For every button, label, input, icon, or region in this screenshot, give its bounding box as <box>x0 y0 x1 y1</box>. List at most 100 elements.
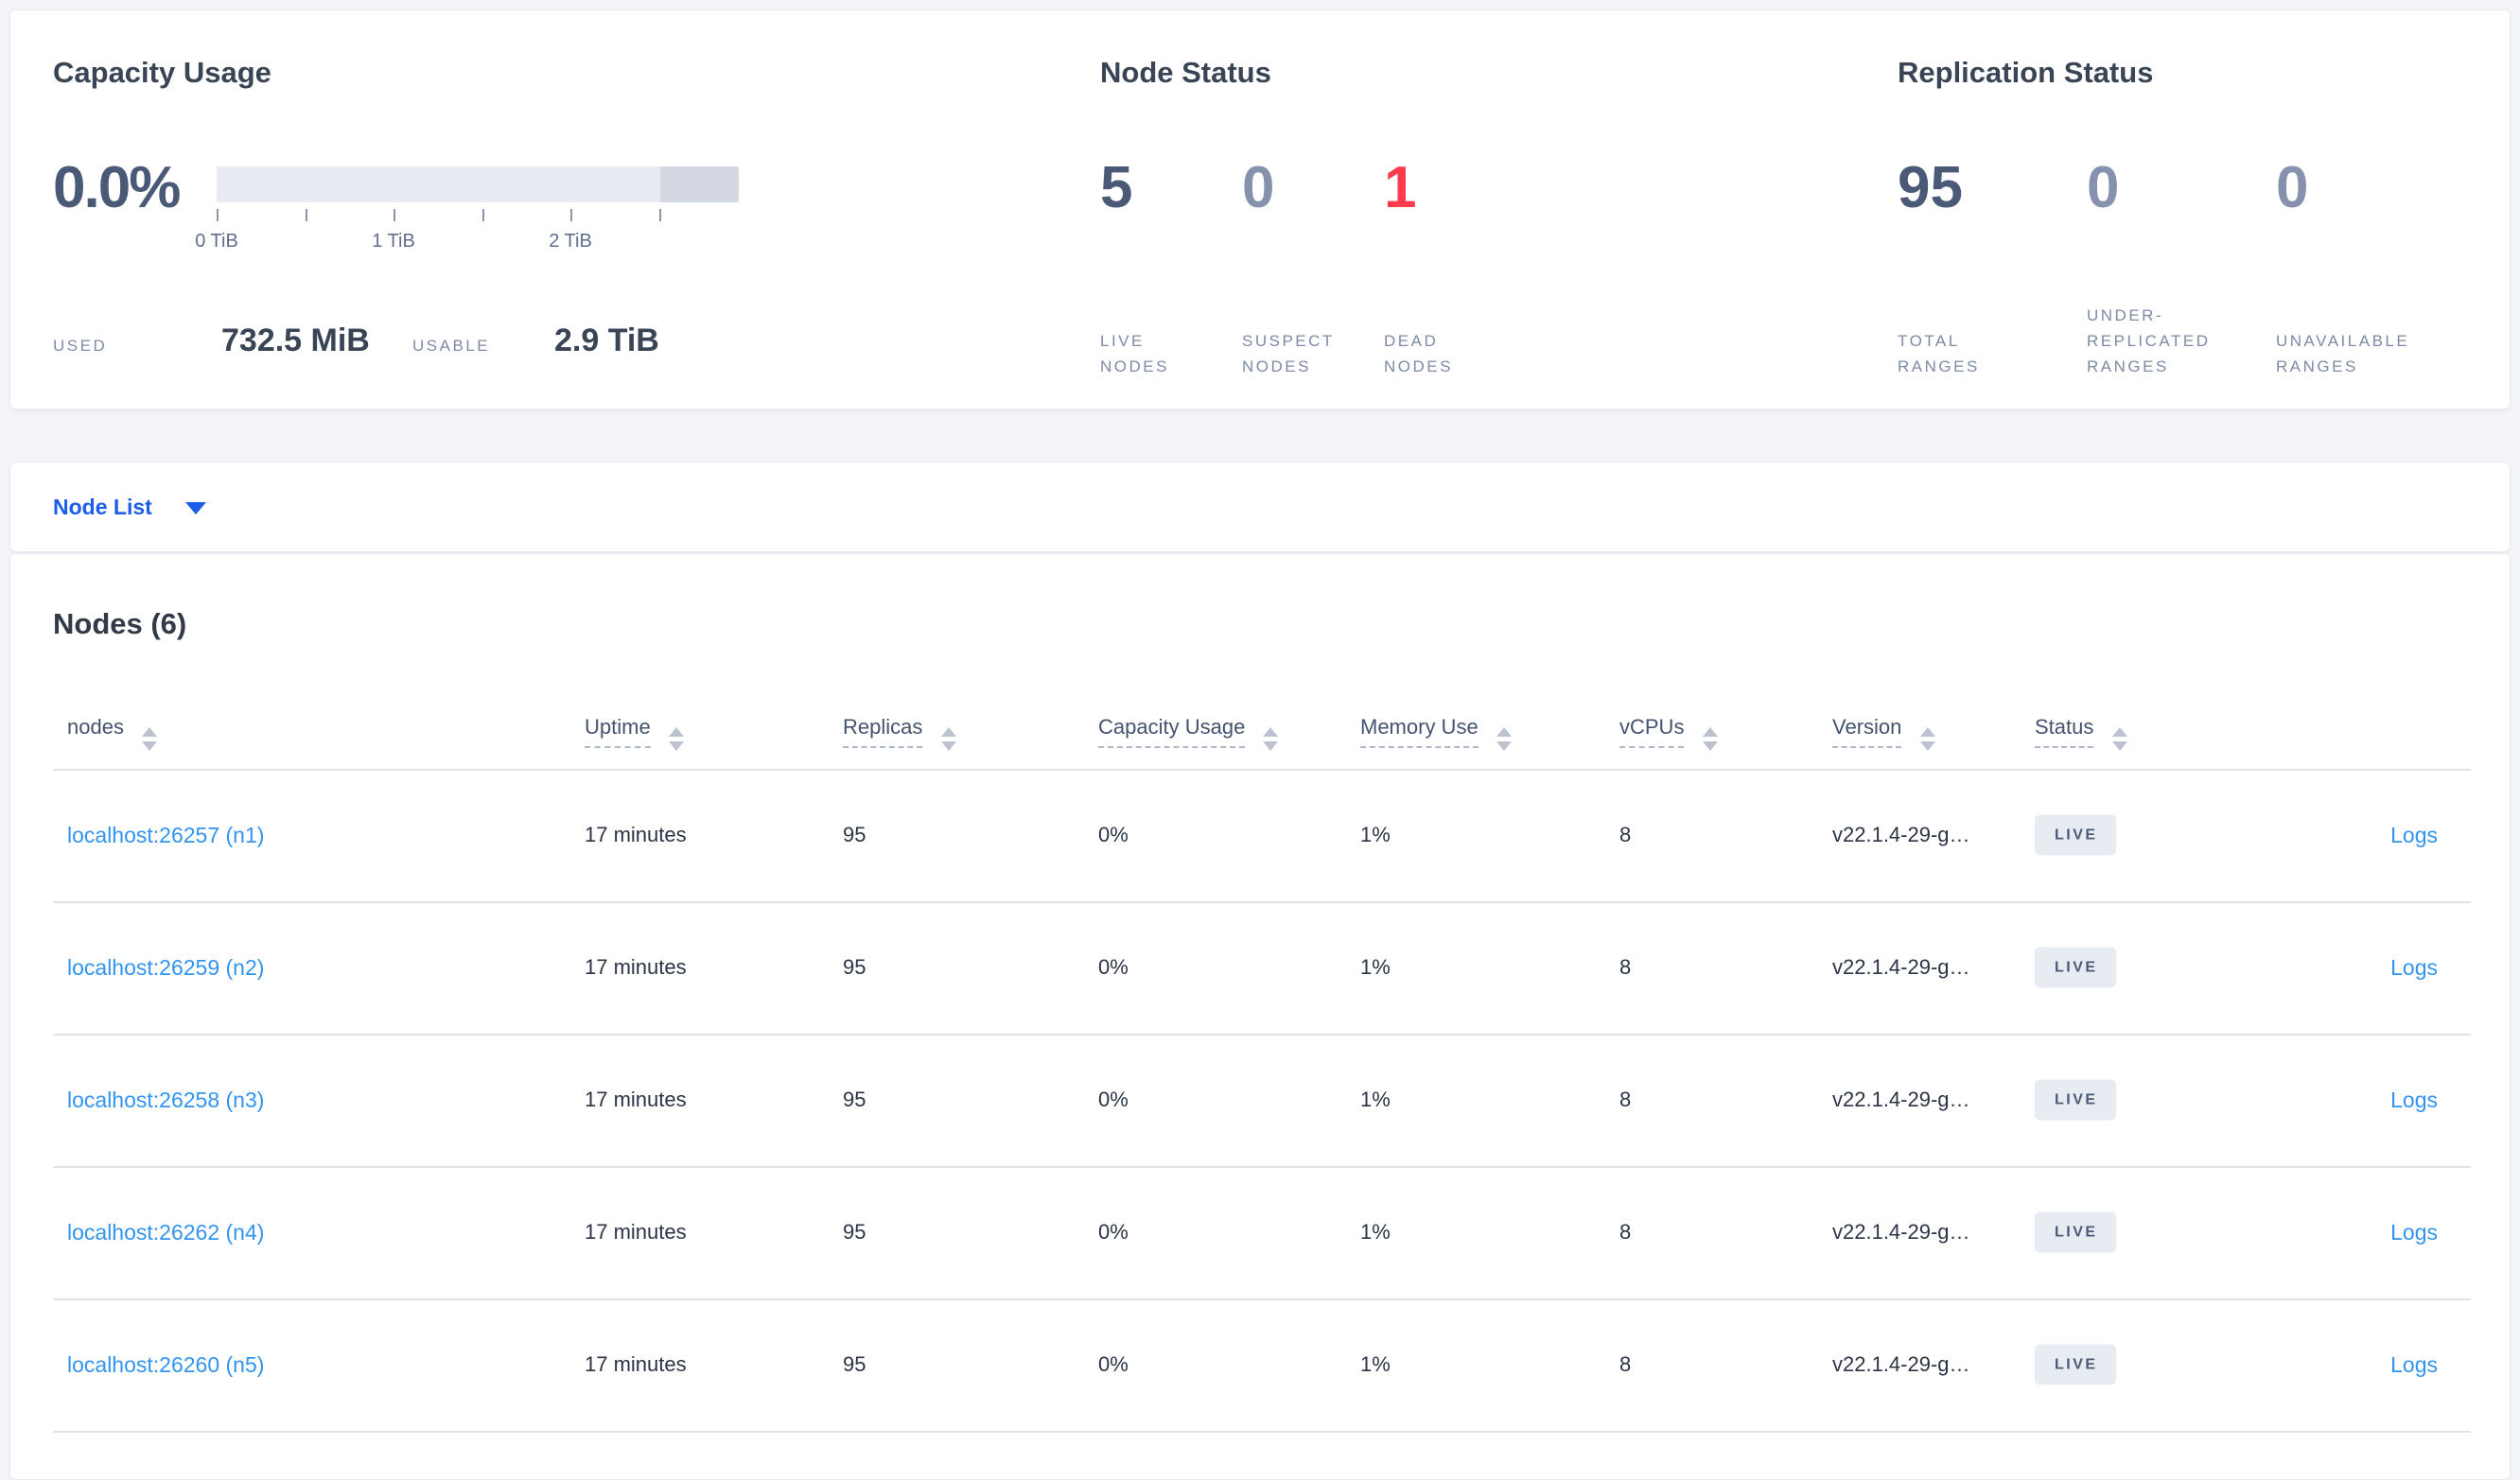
node-link[interactable]: localhost:26260 (n5) <box>67 1351 264 1378</box>
uptime-cell: 17 minutes <box>585 955 687 979</box>
node-link[interactable]: localhost:26259 (n2) <box>67 954 264 981</box>
under-replicated-ranges-label: UNDER- REPLICATED RANGES <box>2087 306 2211 375</box>
status-badge: LIVE <box>2035 814 2116 856</box>
unavailable-ranges-label: UNAVAILABLE RANGES <box>2276 332 2410 375</box>
status-badge: LIVE <box>2035 947 2116 988</box>
version-cell: v22.1.4-29-g… <box>1832 1220 1970 1244</box>
status-badge: LIVE <box>2035 1211 2116 1253</box>
sort-icon <box>940 727 956 751</box>
nodes-table-card: Nodes (6) nodes Uptime Replicas Capacity… <box>9 553 2511 1480</box>
capacity-percent: 0.0% <box>53 155 181 220</box>
axis-tick <box>217 209 219 221</box>
uptime-cell: 17 minutes <box>585 1220 687 1244</box>
uptime-cell: 17 minutes <box>585 1088 687 1111</box>
version-cell: v22.1.4-29-g… <box>1832 955 1970 979</box>
logs-link[interactable]: Logs <box>2390 954 2438 981</box>
sort-icon <box>668 727 684 751</box>
column-header-vcpus[interactable]: vCPUs <box>1619 715 1718 751</box>
column-header-memory-use[interactable]: Memory Use <box>1360 715 1512 751</box>
node-status-title: Node Status <box>1100 56 1271 89</box>
capacity-cell: 0% <box>1098 1352 1129 1376</box>
memory-cell: 1% <box>1360 955 1391 979</box>
capacity-cell: 0% <box>1098 955 1129 979</box>
version-cell: v22.1.4-29-g… <box>1832 823 1970 846</box>
total-ranges-label: TOTAL RANGES <box>1898 332 1980 375</box>
sort-icon <box>1919 727 1935 751</box>
sort-icon <box>1263 727 1279 751</box>
used-label: USED <box>53 337 108 355</box>
logs-link[interactable]: Logs <box>2390 1087 2438 1113</box>
table-row: localhost:26259 (n2) 17 minutes 95 0% 1%… <box>10 901 2510 1034</box>
dead-nodes-label: DEAD NODES <box>1384 332 1453 375</box>
version-cell: v22.1.4-29-g… <box>1832 1352 1970 1376</box>
nodes-table-title: Nodes (6) <box>53 607 187 640</box>
replicas-cell: 95 <box>843 1088 866 1111</box>
capacity-cell: 0% <box>1098 823 1129 846</box>
suspect-nodes-count: 0 <box>1242 155 1275 220</box>
vcpus-cell: 8 <box>1619 1220 1632 1244</box>
column-header-replicas[interactable]: Replicas <box>843 715 956 751</box>
capacity-used-usable-row: USED 732.5 MiB USABLE 2.9 TiB <box>53 322 659 379</box>
dead-nodes-stat: 1 DEAD NODES <box>1384 154 1535 379</box>
axis-tick-label: 0 TiB <box>195 231 238 252</box>
suspect-nodes-label: SUSPECT NODES <box>1242 332 1335 375</box>
cluster-summary-card: Capacity Usage 0.0% 0 TiB 1 TiB 2 TiB US… <box>9 9 2511 409</box>
status-cell: LIVE <box>2035 1344 2116 1385</box>
replicas-cell: 95 <box>843 1352 866 1376</box>
total-ranges-stat: 95 TOTAL RANGES <box>1898 154 2077 379</box>
axis-tick <box>659 209 661 221</box>
column-header-capacity-usage[interactable]: Capacity Usage <box>1098 715 1279 751</box>
logs-link[interactable]: Logs <box>2390 822 2438 848</box>
capacity-usage-title: Capacity Usage <box>53 56 271 89</box>
capacity-bar-tail-segment <box>660 166 739 202</box>
sort-icon <box>1702 727 1718 751</box>
capacity-cell: 0% <box>1098 1220 1129 1244</box>
status-badge: LIVE <box>2035 1344 2116 1385</box>
replicas-cell: 95 <box>843 955 866 979</box>
node-list-dropdown[interactable]: Node List <box>53 462 242 551</box>
axis-tick <box>306 209 307 221</box>
axis-tick-label: 2 TiB <box>549 231 592 252</box>
column-header-version[interactable]: Version <box>1832 715 1935 751</box>
logs-link[interactable]: Logs <box>2390 1351 2438 1378</box>
vcpus-cell: 8 <box>1619 1088 1632 1111</box>
node-list-bar: Node List <box>9 461 2511 552</box>
usable-value: 2.9 TiB <box>554 322 659 358</box>
uptime-cell: 17 minutes <box>585 823 687 846</box>
suspect-nodes-stat: 0 SUSPECT NODES <box>1242 154 1379 379</box>
node-link[interactable]: localhost:26257 (n1) <box>67 822 264 848</box>
column-header-status[interactable]: Status <box>2035 715 2127 751</box>
axis-tick-label: 1 TiB <box>372 231 415 252</box>
version-cell: v22.1.4-29-g… <box>1832 1088 1970 1111</box>
capacity-cell: 0% <box>1098 1088 1129 1111</box>
vcpus-cell: 8 <box>1619 823 1632 846</box>
node-link[interactable]: localhost:26262 (n4) <box>67 1219 264 1245</box>
replicas-cell: 95 <box>843 823 866 846</box>
table-row: localhost:26262 (n4) 17 minutes 95 0% 1%… <box>10 1166 2510 1298</box>
logs-link[interactable]: Logs <box>2390 1219 2438 1245</box>
uptime-cell: 17 minutes <box>585 1352 687 1376</box>
vcpus-cell: 8 <box>1619 955 1632 979</box>
unavailable-ranges-stat: 0 UNAVAILABLE RANGES <box>2276 154 2465 379</box>
axis-tick <box>570 209 572 221</box>
memory-cell: 1% <box>1360 823 1391 846</box>
status-cell: LIVE <box>2035 814 2116 856</box>
node-list-label: Node List <box>53 495 152 519</box>
memory-cell: 1% <box>1360 1352 1391 1376</box>
live-nodes-count: 5 <box>1100 155 1133 220</box>
capacity-usage-bar <box>217 166 739 202</box>
sort-icon <box>2111 727 2127 751</box>
column-header-uptime[interactable]: Uptime <box>585 715 684 751</box>
sort-icon <box>142 727 158 751</box>
total-ranges-count: 95 <box>1898 155 1963 220</box>
column-header-nodes[interactable]: nodes <box>67 715 158 751</box>
table-row: localhost:26257 (n1) 17 minutes 95 0% 1%… <box>10 769 2510 901</box>
dead-nodes-count: 1 <box>1384 155 1417 220</box>
sort-icon <box>1496 727 1512 751</box>
axis-tick <box>482 209 484 221</box>
replicas-cell: 95 <box>843 1220 866 1244</box>
live-nodes-stat: 5 LIVE NODES <box>1100 154 1233 379</box>
status-cell: LIVE <box>2035 1079 2116 1121</box>
status-cell: LIVE <box>2035 1211 2116 1253</box>
node-link[interactable]: localhost:26258 (n3) <box>67 1087 264 1113</box>
